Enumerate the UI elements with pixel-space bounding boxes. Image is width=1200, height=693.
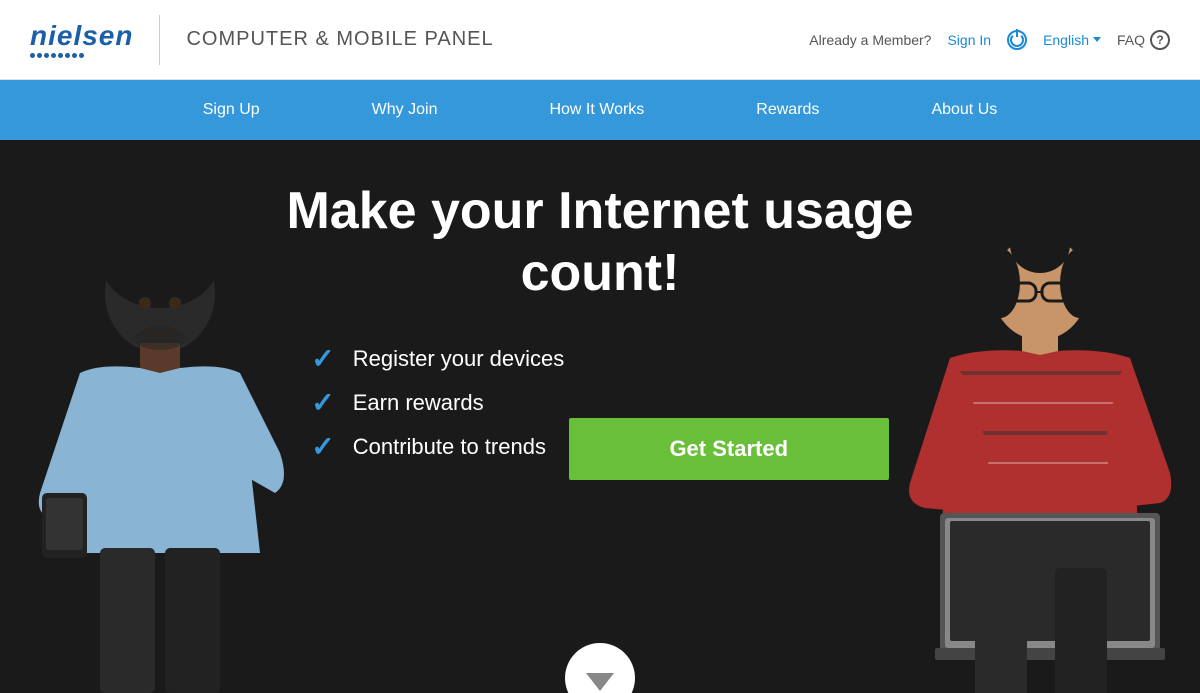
nielsen-logo: nielsen (30, 22, 133, 58)
nav-how-it-works[interactable]: How It Works (533, 93, 660, 127)
check-mark-3: ✓ (311, 433, 334, 461)
faq-link[interactable]: FAQ ? (1117, 30, 1170, 50)
language-selector[interactable]: English (1043, 32, 1101, 48)
chevron-down-icon (1093, 37, 1101, 42)
arrow-down-icon (586, 673, 614, 691)
get-started-button[interactable]: Get Started (569, 418, 889, 480)
check-mark-1: ✓ (311, 345, 334, 373)
header-title: COMPUTER & MOBILE PANEL (186, 28, 493, 51)
language-label: English (1043, 32, 1089, 48)
power-icon[interactable] (1007, 30, 1027, 50)
sign-in-link[interactable]: Sign In (947, 32, 991, 48)
checklist-item-2: ✓ Earn rewards (311, 389, 564, 417)
hero-title: Make your Internet usage count! (250, 180, 950, 305)
header-divider (159, 15, 160, 65)
nielsen-wordmark: nielsen (30, 22, 133, 50)
check-mark-2: ✓ (311, 389, 334, 417)
checklist-item-1: ✓ Register your devices (311, 345, 564, 373)
nav-rewards[interactable]: Rewards (740, 93, 835, 127)
header-right: Already a Member? Sign In English FAQ ? (809, 30, 1170, 50)
checklist-text-1: Register your devices (353, 346, 565, 372)
nav-about-us[interactable]: About Us (915, 93, 1013, 127)
nielsen-dots (30, 53, 84, 58)
checklist: ✓ Register your devices ✓ Earn rewards ✓… (311, 345, 564, 477)
nav-sign-up[interactable]: Sign Up (187, 93, 276, 127)
already-member-text: Already a Member? (809, 32, 931, 48)
site-header: nielsen COMPUTER & MOBILE PANEL Already … (0, 0, 1200, 80)
main-nav: Sign Up Why Join How It Works Rewards Ab… (0, 80, 1200, 140)
nav-why-join[interactable]: Why Join (356, 93, 454, 127)
faq-label: FAQ (1117, 32, 1145, 48)
checklist-text-3: Contribute to trends (353, 434, 546, 460)
checklist-text-2: Earn rewards (353, 390, 484, 416)
header-left: nielsen COMPUTER & MOBILE PANEL (30, 15, 494, 65)
checklist-item-3: ✓ Contribute to trends (311, 433, 564, 461)
hero-content: Make your Internet usage count! ✓ Regist… (250, 180, 950, 517)
hero-section: Make your Internet usage count! ✓ Regist… (0, 140, 1200, 693)
scroll-down-indicator[interactable] (565, 643, 635, 693)
question-mark-icon: ? (1150, 30, 1170, 50)
